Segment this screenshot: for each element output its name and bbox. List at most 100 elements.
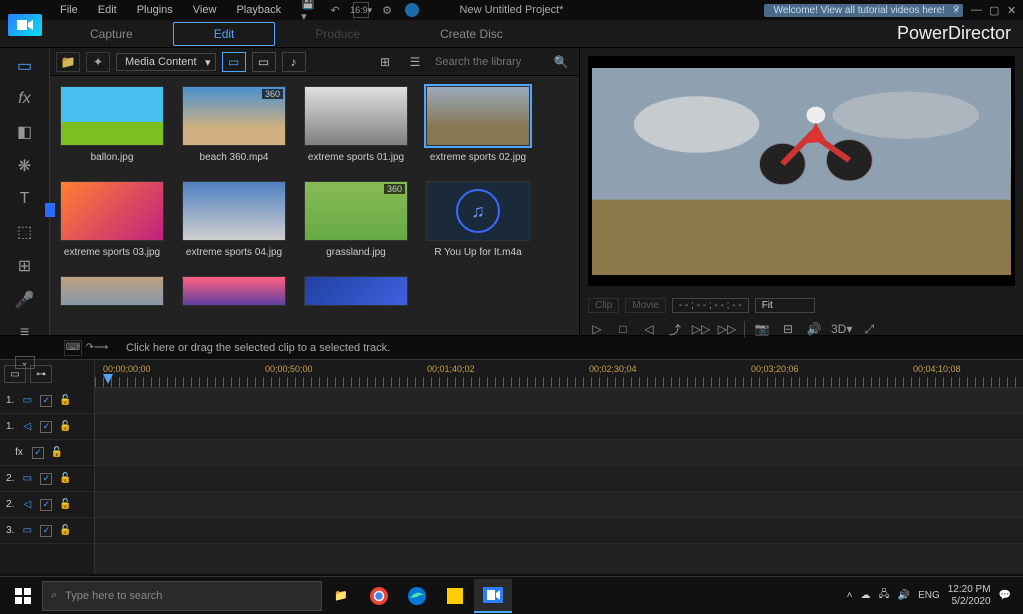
- track-lane[interactable]: [95, 492, 1023, 518]
- filter-video-icon[interactable]: ▭: [252, 52, 276, 72]
- taskbar-app-chrome[interactable]: [360, 579, 398, 613]
- preview-viewport[interactable]: [588, 56, 1015, 286]
- title-room-icon[interactable]: T: [13, 190, 37, 208]
- track-lane[interactable]: [95, 466, 1023, 492]
- media-item[interactable]: [304, 276, 408, 306]
- timeline-ruler[interactable]: 00;00;00;0000;00;50;0000;01;40;0200;02;3…: [95, 360, 1023, 388]
- track-visible-checkbox[interactable]: ✓: [40, 499, 52, 511]
- taskbar-app-powerdirector[interactable]: [474, 579, 512, 613]
- image-thumb[interactable]: [182, 276, 286, 306]
- movie-mode-button[interactable]: Movie: [625, 298, 666, 313]
- 3d-icon[interactable]: 3D ▾: [831, 320, 852, 338]
- fx-room-icon[interactable]: fx: [13, 90, 37, 108]
- track-header[interactable]: 2.▭✓🔓: [0, 466, 94, 492]
- media-item[interactable]: [60, 276, 164, 306]
- undo-icon[interactable]: ↶: [327, 2, 343, 18]
- fast-forward-icon[interactable]: ▷▷: [692, 320, 710, 338]
- media-item[interactable]: ballon.jpg: [60, 86, 164, 163]
- menu-plugins[interactable]: Plugins: [127, 4, 183, 16]
- track-lock-icon[interactable]: 🔓: [50, 446, 64, 460]
- zoom-fit-select[interactable]: Fit: [755, 298, 815, 313]
- save-icon[interactable]: 💾▾: [301, 2, 317, 18]
- library-search-input[interactable]: [433, 54, 543, 70]
- preview-quality-icon[interactable]: ⊟: [779, 320, 797, 338]
- list-view-icon[interactable]: ☰: [403, 52, 427, 72]
- help-icon[interactable]: ?: [953, 4, 965, 16]
- close-icon[interactable]: ✕: [1007, 4, 1019, 16]
- transition-room-icon[interactable]: ⬚: [13, 222, 37, 242]
- tab-edit[interactable]: Edit: [173, 22, 276, 46]
- media-room-icon[interactable]: ▭: [13, 56, 37, 76]
- image-thumb[interactable]: 360: [304, 181, 408, 241]
- track-lane[interactable]: [95, 440, 1023, 466]
- audio-mixing-icon[interactable]: ⊞: [13, 256, 37, 276]
- volume-icon[interactable]: 🔊: [805, 320, 823, 338]
- timeline-area[interactable]: 00;00;00;0000;00;50;0000;01;40;0200;02;3…: [95, 360, 1023, 574]
- welcome-banner[interactable]: Welcome! View all tutorial videos here! …: [764, 4, 963, 17]
- image-thumb[interactable]: [182, 181, 286, 241]
- track-lock-icon[interactable]: 🔓: [58, 472, 72, 486]
- image-thumb[interactable]: [60, 276, 164, 306]
- taskbar-app-edge[interactable]: [398, 579, 436, 613]
- tray-network-icon[interactable]: 🖧: [878, 587, 889, 604]
- media-item[interactable]: 360beach 360.mp4: [182, 86, 286, 163]
- menu-playback[interactable]: Playback: [226, 4, 291, 16]
- track-visible-checkbox[interactable]: ✓: [40, 525, 52, 537]
- pip-room-icon[interactable]: ◧: [13, 122, 37, 142]
- taskbar-app-explorer[interactable]: 📁: [322, 579, 360, 613]
- voice-over-icon[interactable]: 🎤: [13, 290, 37, 310]
- taskbar-search[interactable]: ⌕ Type here to search: [42, 581, 322, 611]
- track-header[interactable]: 1.▭✓🔓: [0, 388, 94, 414]
- track-lock-icon[interactable]: 🔓: [58, 394, 72, 408]
- image-thumb[interactable]: [304, 86, 408, 146]
- tray-notifications-icon[interactable]: 💬: [999, 590, 1011, 601]
- play-icon[interactable]: ▷: [588, 320, 606, 338]
- image-thumb[interactable]: [60, 86, 164, 146]
- plugin-icon[interactable]: ✦: [86, 52, 110, 72]
- chapter-room-icon[interactable]: ≡: [13, 324, 37, 342]
- tab-create-disc[interactable]: Create Disc: [400, 23, 543, 45]
- track-header[interactable]: 1.◁✓🔓: [0, 414, 94, 440]
- track-header[interactable]: 3.▭✓🔓: [0, 518, 94, 544]
- track-header[interactable]: 2.◁✓🔓: [0, 492, 94, 518]
- particle-room-icon[interactable]: ❋: [13, 156, 37, 176]
- import-media-icon[interactable]: 📁: [56, 52, 80, 72]
- media-item[interactable]: extreme sports 02.jpg: [426, 86, 530, 163]
- maximize-icon[interactable]: ▢: [989, 4, 1001, 16]
- image-thumb[interactable]: [60, 181, 164, 241]
- step-forward-icon[interactable]: ▷▷: [718, 320, 736, 338]
- filter-audio-icon[interactable]: ♪: [282, 52, 306, 72]
- undock-icon[interactable]: ⤢: [860, 320, 878, 338]
- notification-icon[interactable]: [405, 3, 419, 17]
- media-item[interactable]: extreme sports 04.jpg: [182, 181, 286, 258]
- snapshot-icon[interactable]: 📷: [753, 320, 771, 338]
- menu-view[interactable]: View: [183, 4, 227, 16]
- sidebar-more-icon[interactable]: ⌄: [15, 356, 35, 369]
- timeline-tool-2-icon[interactable]: ↷⟶: [88, 340, 106, 356]
- media-item[interactable]: extreme sports 03.jpg: [60, 181, 164, 258]
- minimize-icon[interactable]: —: [971, 4, 983, 16]
- image-thumb[interactable]: 360: [182, 86, 286, 146]
- media-item[interactable]: ♫R You Up for It.m4a: [426, 181, 530, 258]
- track-lock-icon[interactable]: 🔓: [58, 498, 72, 512]
- track-visible-checkbox[interactable]: ✓: [40, 473, 52, 485]
- image-thumb[interactable]: [304, 276, 408, 306]
- image-thumb[interactable]: [426, 86, 530, 146]
- track-visible-checkbox[interactable]: ✓: [40, 421, 52, 433]
- tray-language[interactable]: ENG: [918, 590, 940, 601]
- track-lane[interactable]: [95, 518, 1023, 544]
- track-lane[interactable]: [95, 388, 1023, 414]
- stop-icon[interactable]: □: [614, 320, 632, 338]
- media-item[interactable]: [182, 276, 286, 306]
- track-lock-icon[interactable]: 🔓: [58, 420, 72, 434]
- track-header[interactable]: fx✓🔓: [0, 440, 94, 466]
- clip-mode-button[interactable]: Clip: [588, 298, 619, 313]
- next-frame-icon[interactable]: ⤴: [666, 320, 684, 338]
- prev-frame-icon[interactable]: ◁: [640, 320, 658, 338]
- aspect-ratio-icon[interactable]: 16:9▾: [353, 2, 369, 18]
- tray-clock[interactable]: 12:20 PM 5/2/2020: [948, 584, 991, 608]
- media-content-select[interactable]: Media Content: [116, 53, 216, 71]
- track-lock-icon[interactable]: 🔓: [58, 524, 72, 538]
- tab-capture[interactable]: Capture: [50, 23, 173, 45]
- tray-volume-icon[interactable]: 🔊: [898, 590, 910, 601]
